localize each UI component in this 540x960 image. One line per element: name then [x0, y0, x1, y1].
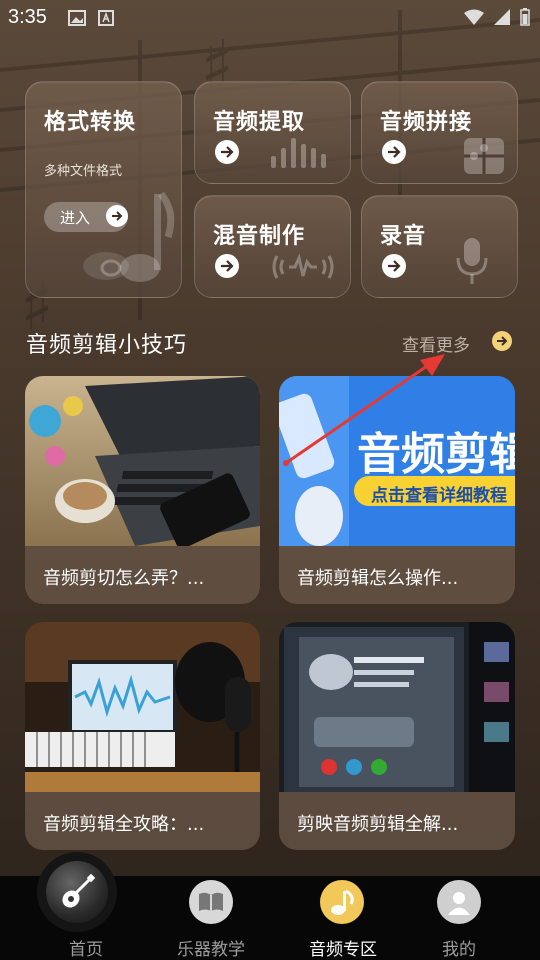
- guitar-icon: [62, 873, 96, 908]
- audio-extract-card[interactable]: 音频提取: [194, 81, 351, 184]
- laptop-desk-image: [25, 376, 260, 546]
- tip-card[interactable]: 音频剪辑全攻略：...: [25, 622, 260, 850]
- font-icon: [98, 10, 114, 26]
- format-convert-card[interactable]: 格式转换 多种文件格式 进入: [25, 81, 182, 298]
- tip-card[interactable]: 剪映音频剪辑全解...: [279, 622, 515, 850]
- studio-image: [25, 622, 260, 792]
- banner-subtitle: 点击查看详细教程: [371, 486, 507, 506]
- status-time: 3:35: [8, 6, 47, 28]
- battery-icon: [520, 8, 530, 26]
- status-notifications: [68, 10, 114, 26]
- arrow-right-icon: [215, 140, 239, 164]
- tab-audio-label[interactable]: 音频专区: [300, 935, 386, 960]
- microphone-icon: [456, 238, 488, 284]
- status-bar: 3:35: [0, 0, 540, 36]
- record-title: 录音: [380, 224, 427, 249]
- section-title: 音频剪辑小技巧: [26, 333, 188, 358]
- mix-card[interactable]: 混音制作: [194, 195, 351, 298]
- vinyl-icon: [83, 252, 129, 280]
- arrow-right-icon: [382, 140, 406, 164]
- user-icon[interactable]: [437, 880, 481, 924]
- music-note-tab-icon[interactable]: [320, 880, 364, 924]
- tab-home-guitar-button[interactable]: [37, 852, 117, 932]
- audio-extract-title: 音频提取: [213, 110, 306, 135]
- audio-edit-banner: 音频剪辑 点击查看详细教程: [279, 376, 515, 546]
- arrow-right-icon[interactable]: [492, 331, 512, 351]
- tip-caption: 音频剪切怎么弄？...: [43, 568, 205, 589]
- tip-card[interactable]: 音频剪切怎么弄？...: [25, 376, 260, 604]
- tip-caption: 剪映音频剪辑全解...: [297, 814, 459, 835]
- record-card[interactable]: 录音: [361, 195, 518, 298]
- mix-title: 混音制作: [213, 224, 306, 249]
- puzzle-icon: [464, 138, 504, 174]
- sound-bars-icon: [271, 138, 326, 168]
- waveform-icon: [272, 253, 334, 279]
- tab-home-label[interactable]: 首页: [52, 935, 120, 960]
- wifi-icon: [464, 9, 484, 25]
- format-convert-title: 格式转换: [44, 110, 137, 135]
- tab-instrument-label[interactable]: 乐器教学: [168, 935, 254, 960]
- view-more-link[interactable]: 查看更多: [402, 331, 470, 356]
- arrow-right-icon: [382, 254, 406, 278]
- tip-caption: 音频剪辑全攻略：...: [43, 814, 205, 835]
- banner-title: 音频剪辑: [357, 429, 515, 480]
- arrow-right-icon: [215, 254, 239, 278]
- format-convert-subtitle: 多种文件格式: [44, 164, 123, 179]
- audio-merge-title: 音频拼接: [380, 110, 473, 135]
- tip-card[interactable]: 音频剪辑 点击查看详细教程 音频剪辑怎么操作...: [279, 376, 515, 604]
- signal-icon: [494, 9, 510, 25]
- enter-label: 进入: [60, 208, 91, 227]
- image-icon: [68, 10, 86, 26]
- tip-caption: 音频剪辑怎么操作...: [297, 568, 459, 589]
- tab-profile-label[interactable]: 我的: [425, 935, 493, 960]
- display-screen-image: [279, 622, 515, 792]
- audio-merge-card[interactable]: 音频拼接: [361, 81, 518, 184]
- book-icon[interactable]: [189, 880, 233, 924]
